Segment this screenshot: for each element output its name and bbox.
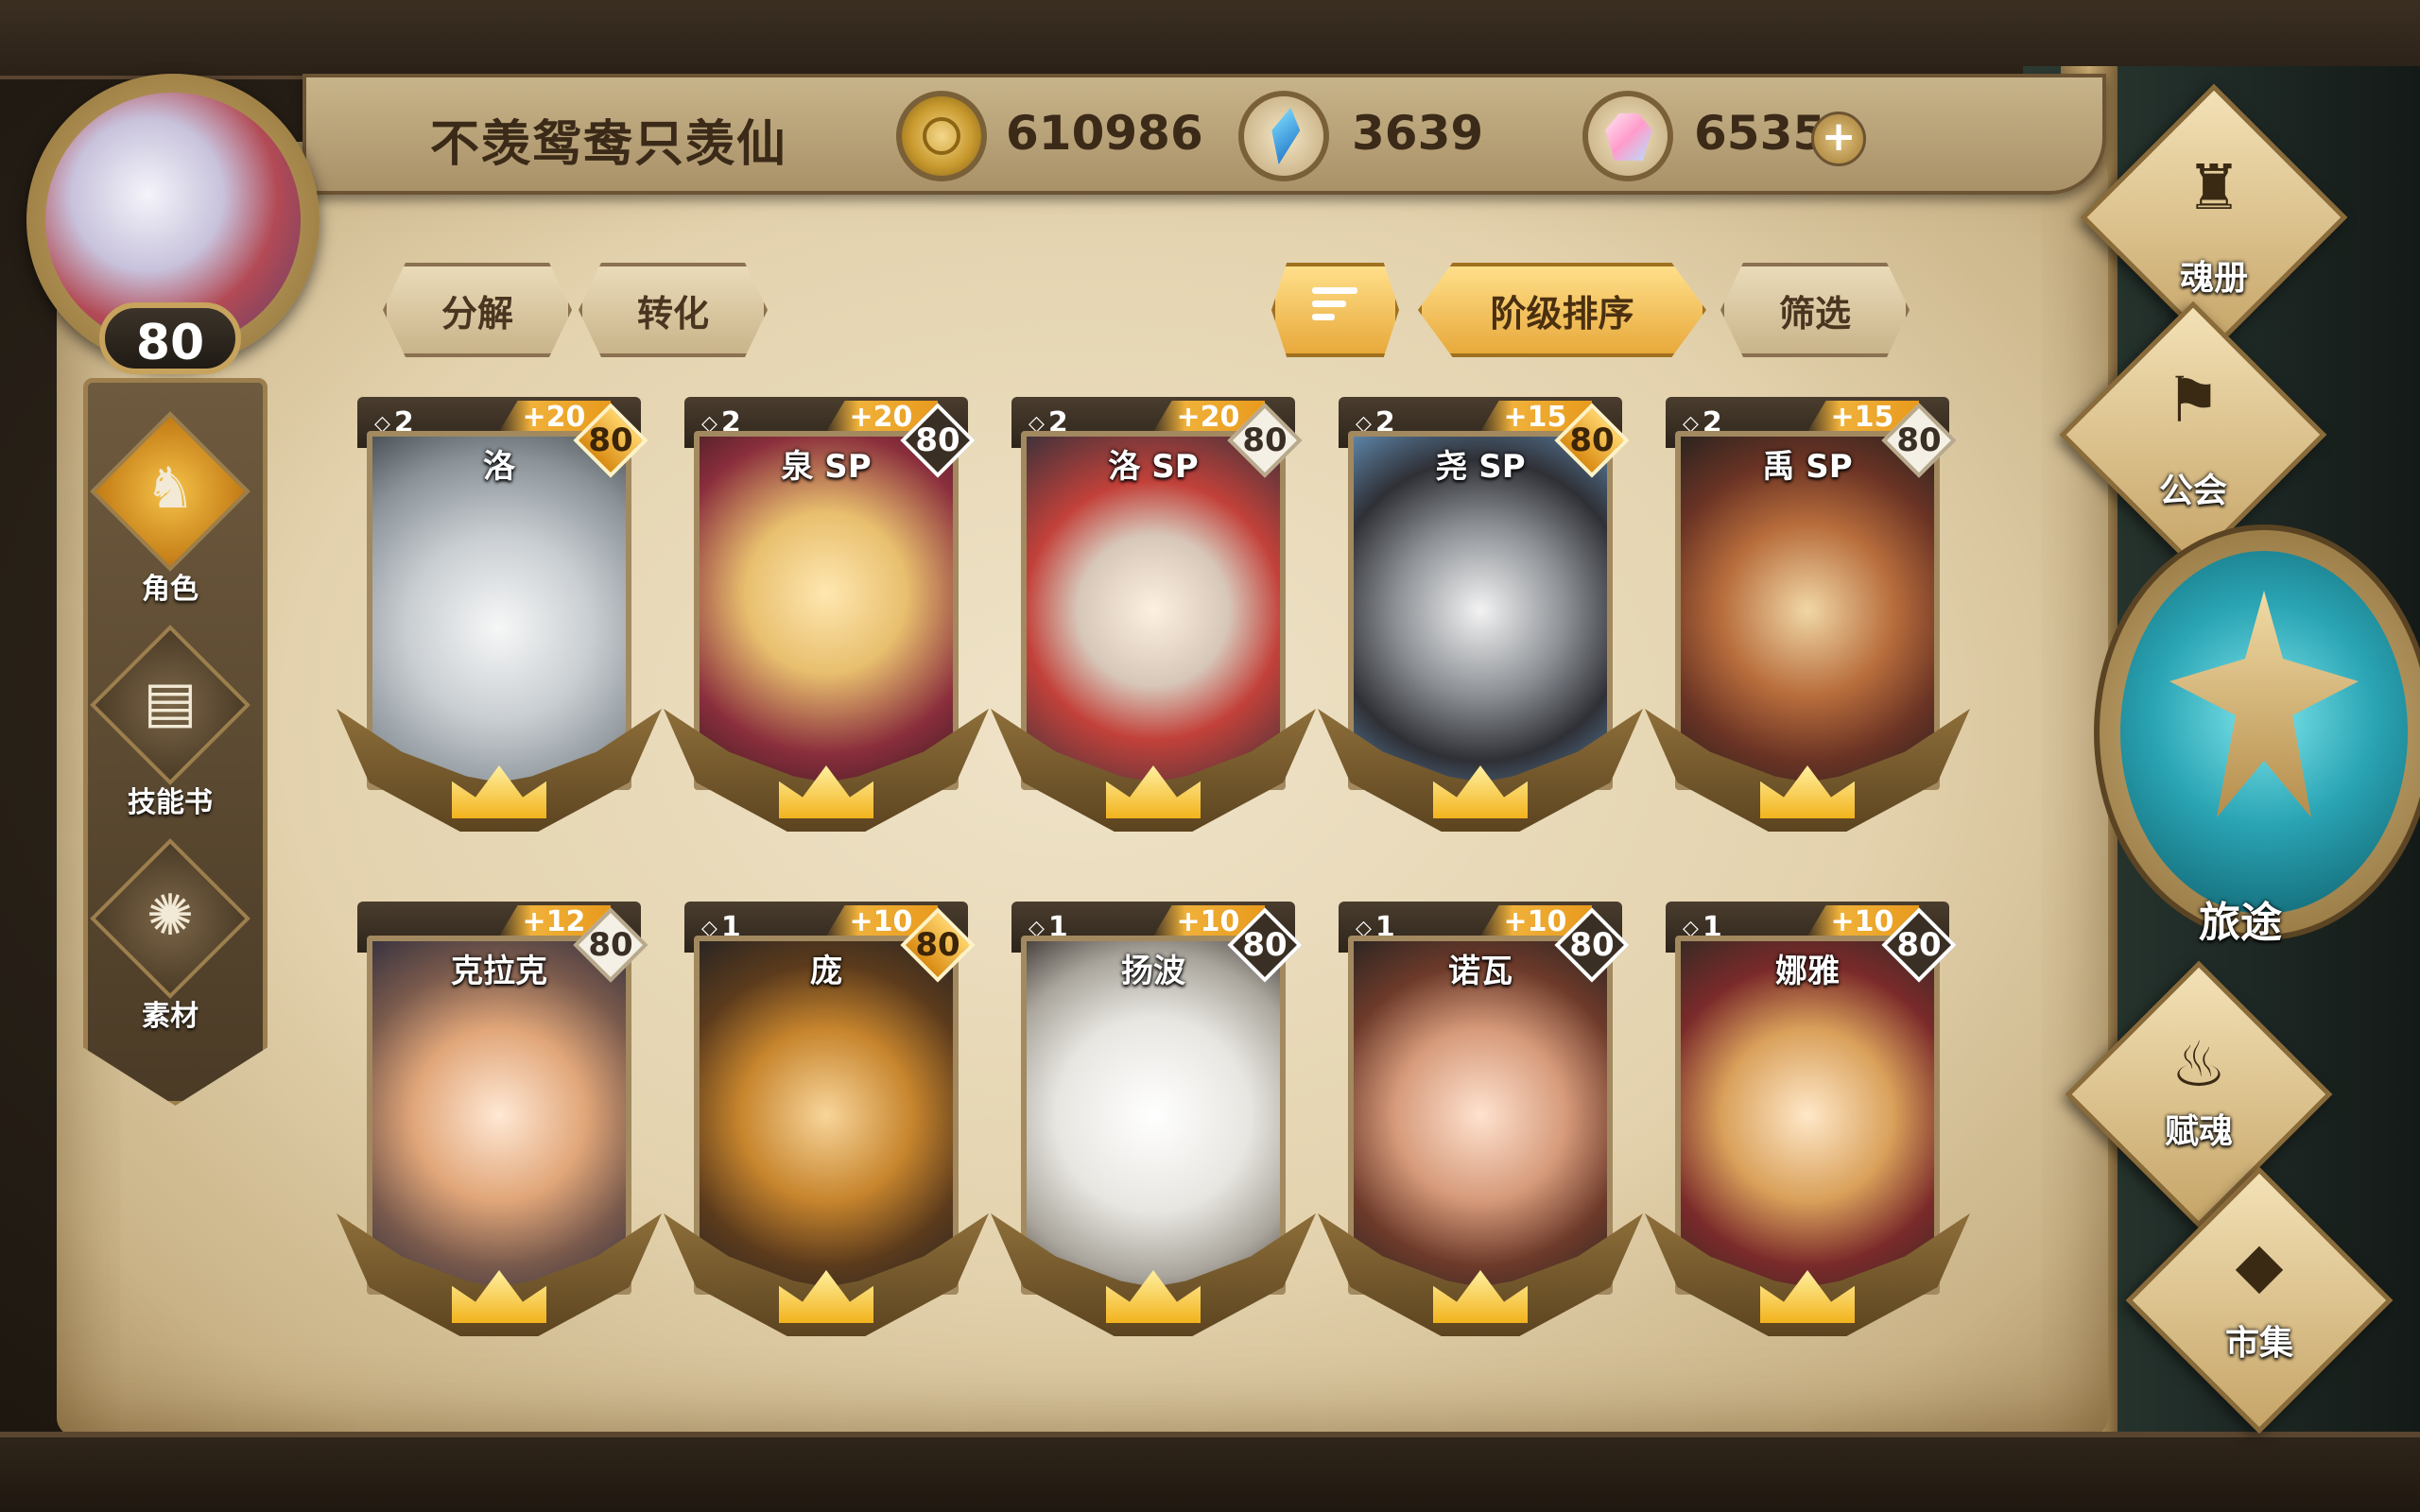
player-name: 不羡鸳鸯只羡仙: [430, 116, 788, 173]
card-level-badge: 80: [1881, 403, 1957, 478]
card-level-badge: 80: [900, 907, 976, 983]
card-level-badge: 80: [573, 403, 648, 478]
gold-coin-icon: [896, 91, 987, 181]
guild-banner-icon: ⚑: [2165, 364, 2221, 437]
skill-book-icon: ▤: [143, 669, 198, 735]
soul-book-label: 魂册: [2179, 259, 2248, 298]
character-icon: ♞: [145, 455, 196, 522]
pink-gem-icon: [1582, 91, 1673, 181]
character-card[interactable]: ◇ 2 +15 尧 SP 80: [1318, 397, 1643, 832]
blue-crystal-icon: [1238, 91, 1329, 181]
game-screen: 不羡鸳鸯只羡仙 610986 3639 6535 + 80 ♞ 角色 ▤ 技能书…: [0, 0, 2420, 1512]
convert-button[interactable]: 转化: [579, 263, 768, 357]
character-card[interactable]: ◇ 2 +20 洛 SP 80: [991, 397, 1316, 832]
material-icon: ✺: [146, 883, 195, 949]
nav-label-material: 素材: [142, 1000, 199, 1033]
rank-sort-button[interactable]: 阶级排序: [1418, 263, 1706, 357]
character-card[interactable]: ◇ 2 +15 禹 SP 80: [1645, 397, 1970, 832]
card-level-badge: 80: [1554, 907, 1630, 983]
character-card[interactable]: ◇ 1 +10 娜雅 80: [1645, 902, 1970, 1336]
gem-amount: 6535: [1694, 106, 1826, 161]
journey-button[interactable]: 旅途: [2094, 524, 2420, 947]
card-level-badge: 80: [573, 907, 648, 983]
sort-icon: [1312, 287, 1357, 325]
add-currency-button[interactable]: +: [1811, 112, 1866, 166]
character-card[interactable]: ◇ 2 +20 泉 SP 80: [664, 397, 989, 832]
crystal-amount: 3639: [1352, 106, 1484, 161]
character-card[interactable]: ◇ 1 +10 庞 80: [664, 902, 989, 1336]
swirl-icon: ♨: [2170, 1028, 2227, 1101]
helmet-icon: ♜: [2186, 151, 2242, 224]
card-level-badge: 80: [1881, 907, 1957, 983]
player-level-badge: 80: [99, 302, 241, 374]
character-card[interactable]: ◇ 2 +20 洛 80: [337, 397, 662, 832]
guild-label: 公会: [2158, 472, 2227, 510]
market-gem-icon: ◆: [2235, 1228, 2284, 1301]
card-level-badge: 80: [1227, 403, 1303, 478]
character-card[interactable]: ◇ 1 +10 扬波 80: [991, 902, 1316, 1336]
decompose-button[interactable]: 分解: [383, 263, 572, 357]
gold-amount: 610986: [1006, 106, 1203, 161]
character-card[interactable]: ◇ 1 +10 诺瓦 80: [1318, 902, 1643, 1336]
market-label: 市集: [2224, 1324, 2293, 1363]
journey-label: 旅途: [2199, 899, 2282, 947]
card-level-badge: 80: [1554, 403, 1630, 478]
filter-button[interactable]: 筛选: [1720, 263, 1910, 357]
character-card[interactable]: +12 克拉克 80: [337, 902, 662, 1336]
nav-label-skill-book: 技能书: [128, 786, 213, 819]
nav-label-character: 角色: [142, 573, 199, 606]
soul-endow-label: 赋魂: [2164, 1112, 2233, 1151]
card-level-badge: 80: [900, 403, 976, 478]
card-level-badge: 80: [1227, 907, 1303, 983]
bottom-frame: [0, 1432, 2420, 1512]
